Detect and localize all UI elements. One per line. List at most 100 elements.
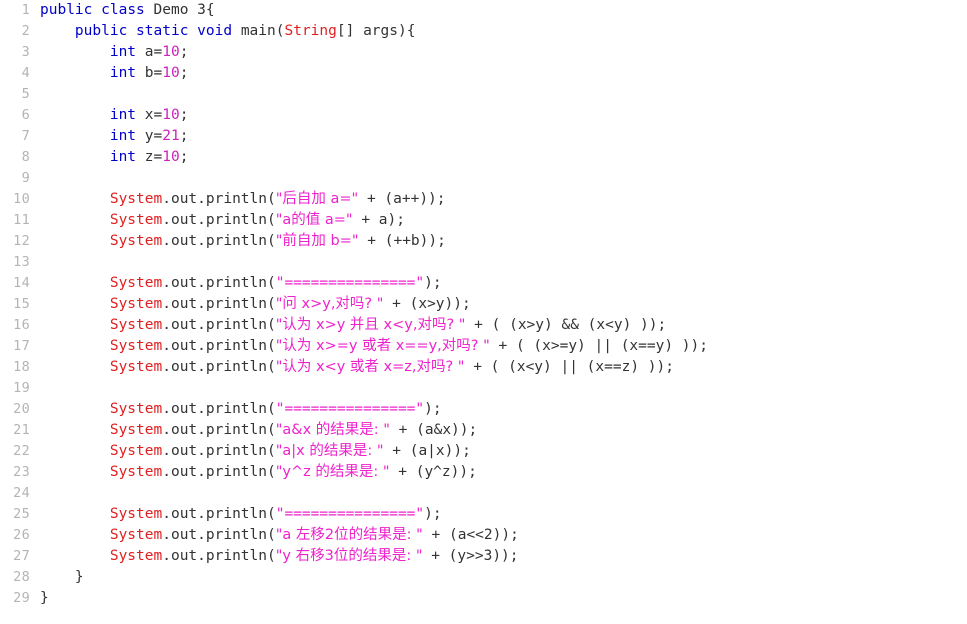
token-plain: ; — [179, 149, 189, 165]
token-plain: .out.println( — [162, 527, 276, 543]
code-line[interactable]: 21 System.out.println("a&x 的结果是: " + (a&… — [0, 420, 967, 441]
token-type: System — [109, 506, 163, 522]
line-number: 23 — [13, 464, 30, 480]
token-plain: z= — [136, 149, 163, 165]
token-type: System — [109, 338, 163, 354]
code-line[interactable]: 15 System.out.println("问 x>y,对吗? " + (x>… — [0, 294, 967, 315]
code-line[interactable]: 5 — [0, 84, 967, 105]
code-line[interactable]: 8 int z=10; — [0, 147, 967, 168]
code-line[interactable]: 29} — [0, 588, 967, 609]
token-kw: public — [40, 2, 93, 18]
line-number: 12 — [13, 233, 30, 249]
token-plain: y= — [136, 128, 163, 144]
line-number: 1 — [21, 2, 30, 18]
line-number: 10 — [13, 191, 30, 207]
line-number: 2 — [21, 23, 30, 39]
code-line[interactable]: 13 — [0, 252, 967, 273]
line-number: 18 — [13, 359, 30, 375]
code-line[interactable]: 27 System.out.println("y 右移3位的结果是: " + (… — [0, 546, 967, 567]
code-line-list: 1 public class Demo 3{2 public static voi… — [0, 0, 967, 609]
token-kw: void — [197, 23, 233, 39]
token-str: "a的值 a=" — [275, 212, 353, 228]
line-content: System.out.println("==============="); — [30, 399, 442, 420]
line-content: System.out.println("认为 x>=y 或者 x==y,对吗? … — [30, 336, 708, 357]
line-number: 24 — [13, 485, 30, 501]
token-plain: ; — [179, 128, 189, 144]
code-line[interactable]: 17 System.out.println("认为 x>=y 或者 x==y,对… — [0, 336, 967, 357]
code-line[interactable]: 6 int x=10; — [0, 105, 967, 126]
code-line[interactable]: 25 System.out.println("===============")… — [0, 504, 967, 525]
code-line[interactable]: 23 System.out.println("y^z 的结果是: " + (y^… — [0, 462, 967, 483]
token-kw: class — [101, 2, 145, 18]
token-plain: ); — [424, 401, 442, 417]
token-plain: ; — [179, 65, 189, 81]
code-line[interactable]: 10 System.out.println("后自加 a=" + (a++)); — [0, 189, 967, 210]
code-line[interactable]: 2 public static void main(String[] args)… — [0, 21, 967, 42]
line-number: 3 — [21, 44, 30, 60]
code-line[interactable]: 1 public class Demo 3{ — [0, 0, 967, 21]
token-plain: + ( (x>=y) || (x==y) )); — [489, 338, 708, 354]
code-line[interactable]: 24 — [0, 483, 967, 504]
token-str: "y^z 的结果是: " — [275, 464, 390, 480]
code-line[interactable]: 19 — [0, 378, 967, 399]
line-number: 6 — [21, 107, 30, 123]
line-content: int b=10; — [30, 63, 189, 84]
token-type: System — [109, 317, 163, 333]
code-line[interactable]: 20 System.out.println("===============")… — [0, 399, 967, 420]
token-plain: ); — [424, 275, 442, 291]
line-number: 27 — [13, 548, 30, 564]
token-kw: int — [109, 65, 137, 81]
token-plain: } — [40, 569, 84, 585]
token-plain: + (y^z)); — [389, 464, 477, 480]
token-num: 21 — [162, 128, 180, 144]
code-line[interactable]: 16 System.out.println("认为 x>y 并且 x<y,对吗?… — [0, 315, 967, 336]
line-content: } — [30, 567, 84, 588]
token-plain: .out.println( — [162, 422, 276, 438]
token-plain: + (a<<2)); — [422, 527, 519, 543]
token-type: System — [109, 443, 163, 459]
code-line[interactable]: 18 System.out.println("认为 x<y 或者 x=z,对吗?… — [0, 357, 967, 378]
line-content: public static void main(String[] args){ — [30, 21, 416, 42]
line-content: System.out.println("问 x>y,对吗? " + (x>y))… — [30, 294, 471, 315]
code-line[interactable]: 4 int b=10; — [0, 63, 967, 84]
line-number: 8 — [21, 149, 30, 165]
line-content: System.out.println("==============="); — [30, 273, 442, 294]
token-plain: ; — [179, 44, 189, 60]
code-line[interactable]: 28 } — [0, 567, 967, 588]
code-line[interactable]: 22 System.out.println("a|x 的结果是: " + (a|… — [0, 441, 967, 462]
token-str: "后自加 a=" — [275, 191, 359, 207]
token-plain: + ( (x>y) && (x<y) )); — [465, 317, 667, 333]
token-kw: int — [109, 149, 137, 165]
code-line[interactable]: 11 System.out.println("a的值 a=" + a); — [0, 210, 967, 231]
token-plain: .out.println( — [162, 401, 276, 417]
token-type: System — [109, 233, 163, 249]
token-plain: + (y>>3)); — [422, 548, 519, 564]
code-line[interactable]: 3 int a=10; — [0, 42, 967, 63]
token-plain: + (a|x)); — [383, 443, 471, 459]
token-plain: } — [40, 590, 49, 606]
token-type: System — [109, 359, 163, 375]
code-line[interactable]: 26 System.out.println("a 左移2位的结果是: " + (… — [0, 525, 967, 546]
token-num: 10 — [162, 65, 180, 81]
line-content: System.out.println("认为 x>y 并且 x<y,对吗? " … — [30, 315, 666, 336]
line-content: int x=10; — [30, 105, 189, 126]
code-editor[interactable]: 1 public class Demo 3{2 public static voi… — [0, 0, 967, 624]
code-line[interactable]: 9 — [0, 168, 967, 189]
code-line[interactable]: 7 int y=21; — [0, 126, 967, 147]
token-type: System — [109, 527, 163, 543]
code-line[interactable]: 14 System.out.println("===============")… — [0, 273, 967, 294]
token-kw: int — [109, 107, 137, 123]
code-line[interactable]: 12 System.out.println("前自加 b=" + (++b)); — [0, 231, 967, 252]
